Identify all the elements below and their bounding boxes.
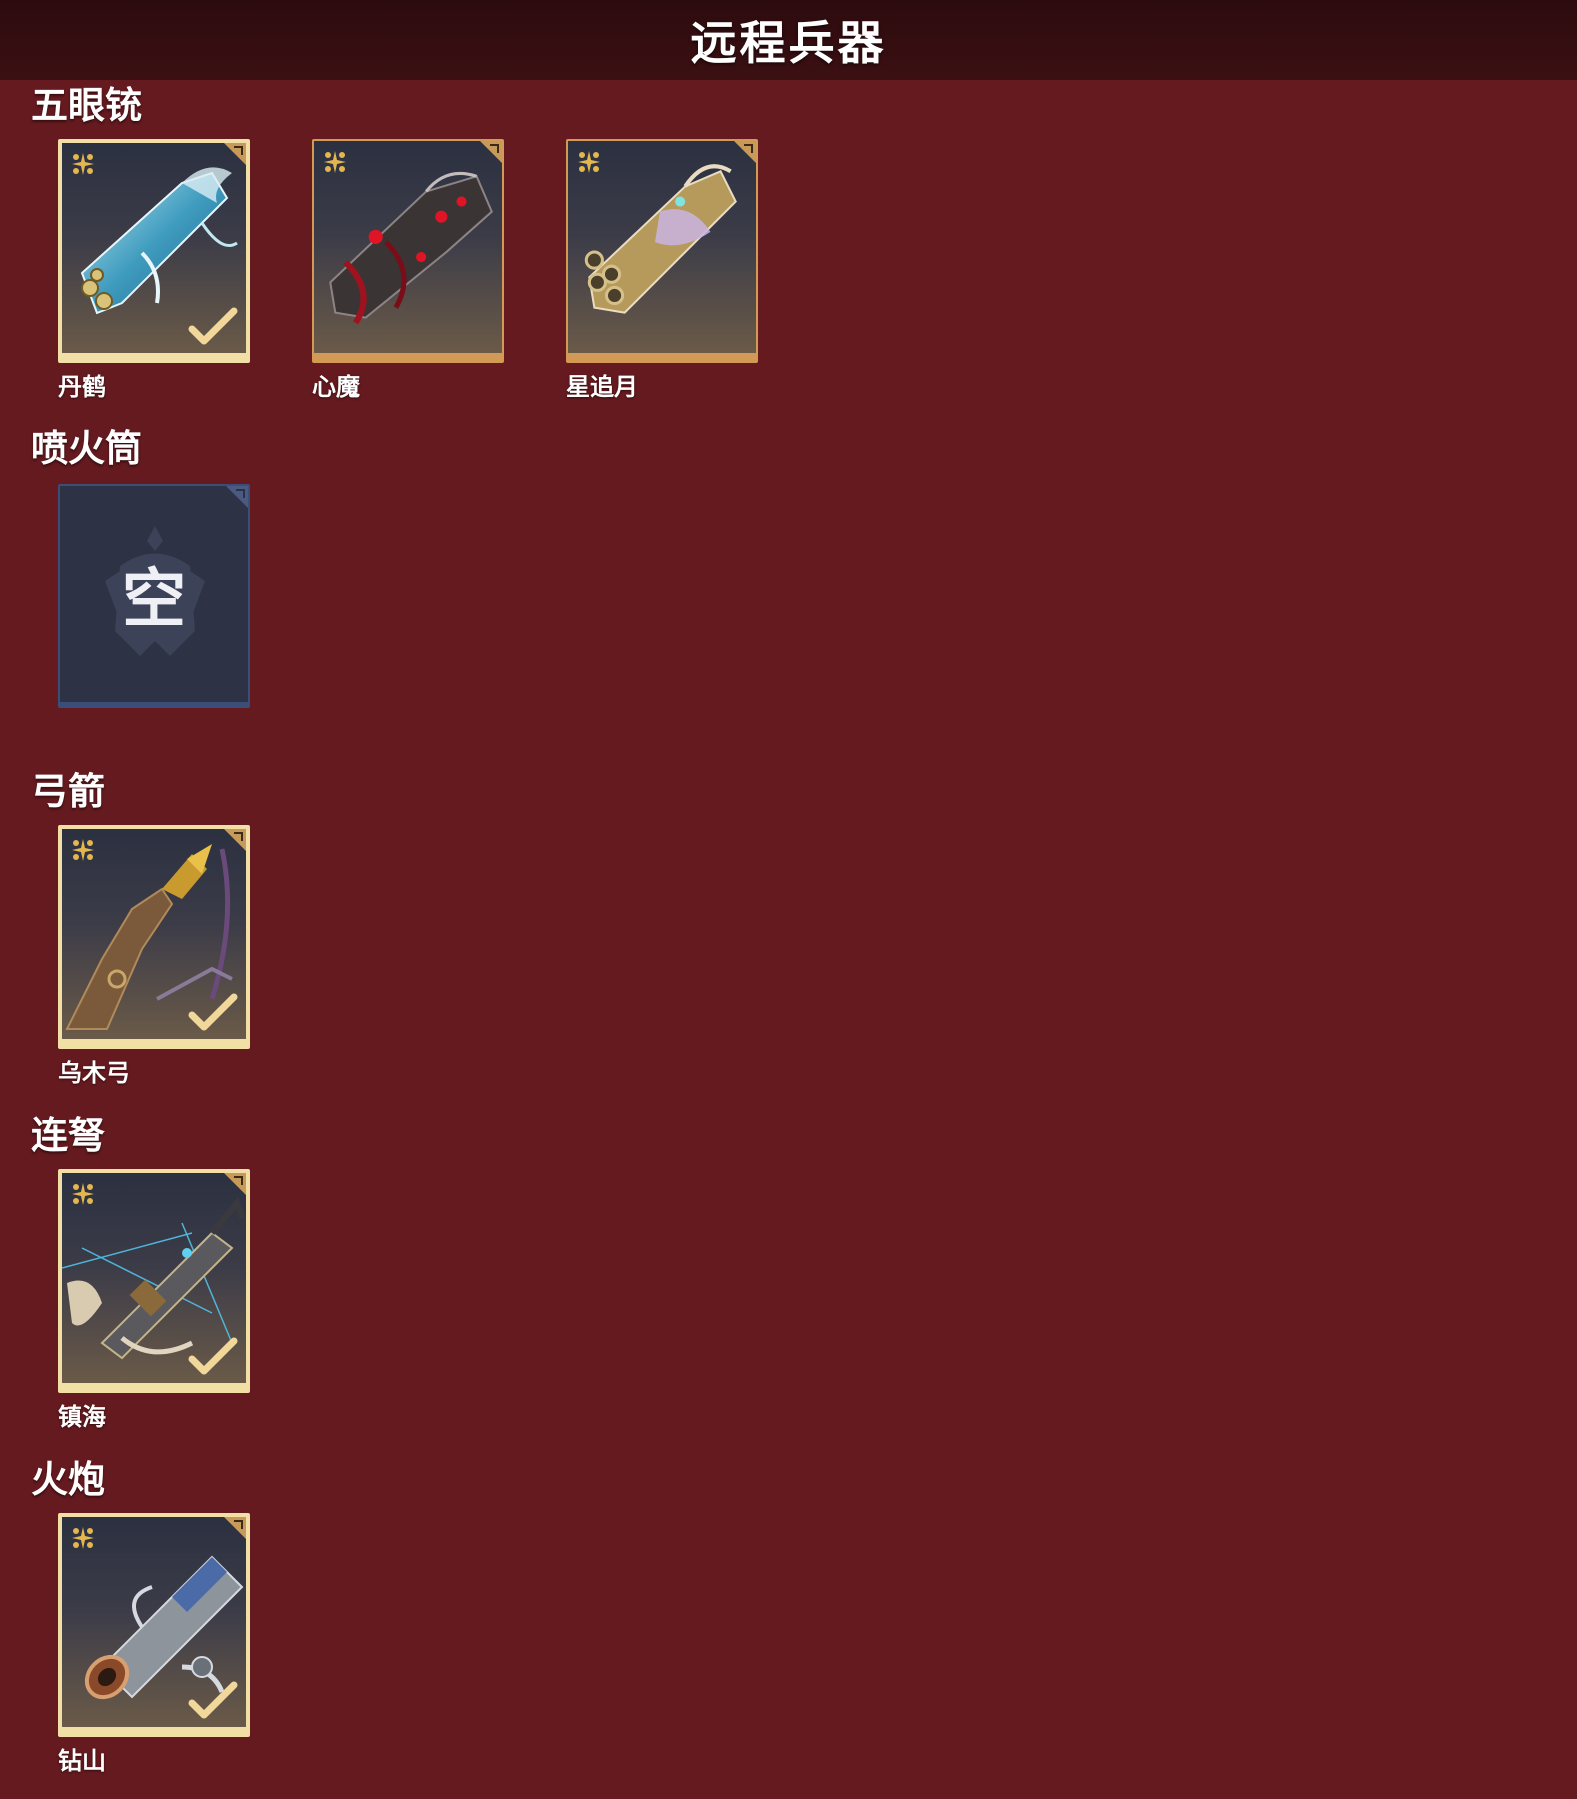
corner-tab-icon <box>224 829 246 851</box>
weapon-card-empty[interactable]: 空 <box>58 484 250 708</box>
weapon-card-xingzhuiyue[interactable]: 星追月 <box>566 139 758 401</box>
check-icon <box>188 307 238 345</box>
weapon-name: 心魔 <box>312 373 360 401</box>
card-frame <box>58 1513 250 1737</box>
corner-tab-icon <box>226 486 248 508</box>
card-frame: 空 <box>58 484 250 708</box>
check-icon <box>188 1337 238 1375</box>
weapon-name: 镇海 <box>58 1403 106 1431</box>
section-title: 五眼铳 <box>31 84 142 127</box>
weapon-name: 乌木弓 <box>58 1059 130 1087</box>
weapon-card-xinmo[interactable]: 心魔 <box>312 139 504 401</box>
four-point-star-icon <box>72 1527 94 1549</box>
check-icon <box>188 1681 238 1719</box>
weapon-name: 星追月 <box>566 373 638 401</box>
section-title: 火炮 <box>31 1458 105 1501</box>
four-point-star-icon <box>72 1183 94 1205</box>
card-frame <box>312 139 504 363</box>
corner-tab-icon <box>224 143 246 165</box>
card-frame <box>58 825 250 1049</box>
section-title: 连弩 <box>31 1114 105 1157</box>
weapon-card-zhenhai[interactable]: 镇海 <box>58 1169 250 1431</box>
four-point-star-icon <box>72 839 94 861</box>
weapon-card-wumugong[interactable]: 乌木弓 <box>58 825 250 1087</box>
page-header: 远程兵器 <box>0 0 1577 80</box>
weapon-card-zuanshan[interactable]: 钻山 <box>58 1513 250 1775</box>
weapon-card-danhe[interactable]: 丹鹤 <box>58 139 250 401</box>
card-frame <box>566 139 758 363</box>
four-point-star-icon <box>324 151 346 173</box>
four-point-star-icon <box>578 151 600 173</box>
section-title: 弓箭 <box>31 770 105 813</box>
weapon-name: 丹鹤 <box>58 373 106 401</box>
weapon-name: 钻山 <box>58 1747 106 1775</box>
corner-tab-icon <box>224 1173 246 1195</box>
corner-tab-icon <box>480 141 502 163</box>
four-point-star-icon <box>72 153 94 175</box>
empty-slot-text: 空 <box>122 563 186 637</box>
card-frame <box>58 139 250 363</box>
check-icon <box>188 993 238 1031</box>
corner-tab-icon <box>224 1517 246 1539</box>
corner-tab-icon <box>734 141 756 163</box>
page-title: 远程兵器 <box>690 16 887 70</box>
card-frame <box>58 1169 250 1393</box>
section-title: 喷火筒 <box>31 427 142 470</box>
